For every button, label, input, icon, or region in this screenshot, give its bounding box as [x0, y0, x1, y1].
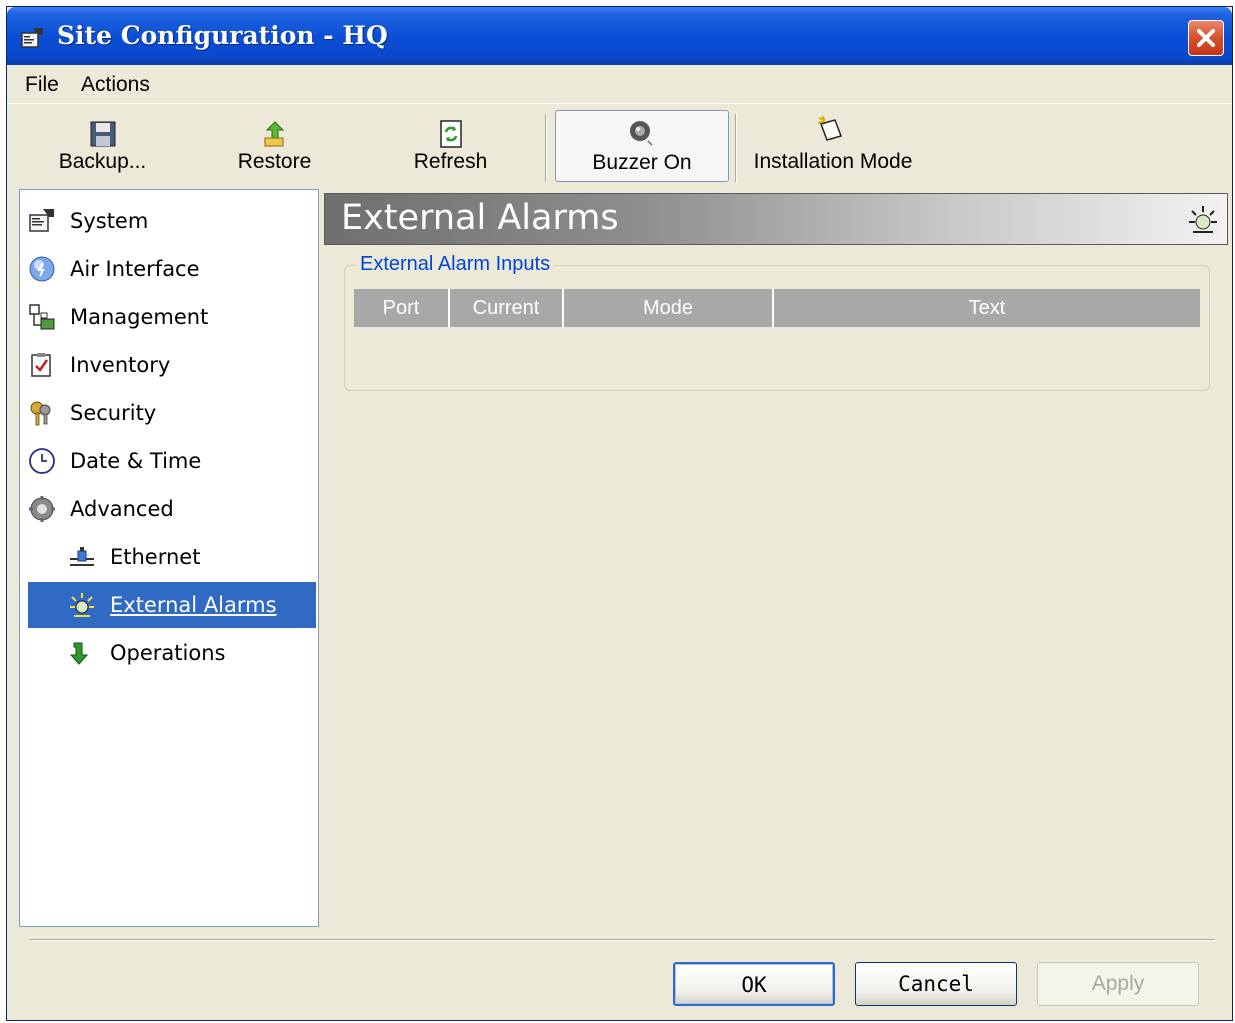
column-header-mode[interactable]: Mode: [564, 289, 774, 327]
nav-label: External Alarms: [110, 593, 277, 617]
separator-line: [29, 939, 1215, 941]
nav-label: Advanced: [70, 497, 174, 521]
nav-item-inventory[interactable]: Inventory: [28, 342, 308, 388]
navigation-tree: System Air Interface Management Inventor…: [19, 189, 319, 927]
nav-item-system[interactable]: System: [28, 198, 308, 244]
window-title: Site Configuration - HQ: [57, 21, 388, 50]
group-title: External Alarm Inputs: [356, 253, 555, 276]
toolbar-separator: [545, 114, 547, 182]
toolbar: Backup... Restore Refresh Buzzer On Inst…: [7, 103, 1232, 194]
panel-header: External Alarms: [324, 193, 1228, 245]
nav-label: System: [70, 209, 149, 233]
panel-title: External Alarms: [341, 198, 619, 238]
floppy-disk-icon: [90, 121, 116, 147]
alarm-icon: [1189, 206, 1217, 233]
nav-label: Air Interface: [70, 257, 200, 281]
gear-icon: [29, 496, 55, 522]
management-icon: [29, 304, 55, 330]
ok-button[interactable]: OK: [673, 962, 835, 1006]
security-keys-icon: [30, 401, 51, 426]
buzzer-on-label: Buzzer On: [592, 151, 692, 174]
nav-label: Security: [70, 401, 157, 425]
nav-label: Ethernet: [110, 545, 201, 569]
nav-item-security[interactable]: Security: [28, 390, 308, 436]
refresh-icon: [440, 120, 462, 148]
nav-item-management[interactable]: Management: [28, 294, 308, 340]
content-panel: External Alarms External Alarm Inputs Po…: [324, 193, 1228, 933]
backup-label: Backup...: [58, 150, 147, 173]
air-interface-icon: [29, 256, 55, 282]
external-alarm-inputs-group: [344, 265, 1210, 391]
restore-arrow-icon: [264, 121, 285, 147]
nav-item-operations[interactable]: Operations: [68, 630, 308, 676]
buzzer-on-button[interactable]: Buzzer On: [555, 110, 729, 182]
menu-actions[interactable]: Actions: [81, 73, 150, 97]
buzzer-icon: [630, 121, 653, 146]
backup-button[interactable]: Backup...: [25, 104, 180, 190]
installation-mode-button[interactable]: Installation Mode: [745, 104, 921, 190]
system-icon: [21, 28, 43, 48]
down-arrow-icon: [69, 642, 89, 665]
system-icon: [29, 209, 54, 232]
nav-label: Operations: [110, 641, 226, 665]
title-bar[interactable]: Site Configuration - HQ: [7, 7, 1232, 65]
site-configuration-window: Site Configuration - HQ File Actions Bac…: [6, 6, 1233, 1021]
installation-mode-label: Installation Mode: [753, 150, 913, 173]
refresh-button[interactable]: Refresh: [373, 104, 528, 190]
refresh-label: Refresh: [413, 150, 488, 173]
toolbar-separator: [735, 114, 737, 182]
column-header-current[interactable]: Current: [450, 289, 564, 327]
inventory-icon: [31, 353, 51, 377]
cancel-button[interactable]: Cancel: [855, 962, 1017, 1006]
nav-item-advanced[interactable]: Advanced: [28, 486, 308, 532]
nav-label: Management: [70, 305, 209, 329]
apply-button[interactable]: Apply: [1037, 962, 1199, 1006]
ethernet-icon: [70, 547, 94, 566]
nav-item-air-interface[interactable]: Air Interface: [28, 246, 308, 292]
column-header-text[interactable]: Text: [774, 289, 1200, 327]
column-header-port[interactable]: Port: [354, 289, 450, 327]
clock-icon: [29, 448, 55, 474]
nav-label: Date & Time: [70, 449, 202, 473]
close-button[interactable]: [1188, 20, 1224, 56]
nav-label: Inventory: [70, 353, 171, 377]
restore-label: Restore: [237, 150, 312, 173]
alarm-inputs-grid-header: Port Current Mode Text: [354, 289, 1200, 327]
restore-button[interactable]: Restore: [197, 104, 352, 190]
nav-item-date-time[interactable]: Date & Time: [28, 438, 308, 484]
menu-bar: File Actions: [7, 65, 1232, 103]
nav-item-external-alarms[interactable]: External Alarms: [28, 582, 316, 628]
alarm-icon: [70, 593, 94, 617]
menu-file[interactable]: File: [25, 73, 59, 97]
close-icon: [1197, 29, 1215, 47]
installation-mode-icon: [817, 115, 842, 141]
nav-item-ethernet[interactable]: Ethernet: [68, 534, 308, 580]
